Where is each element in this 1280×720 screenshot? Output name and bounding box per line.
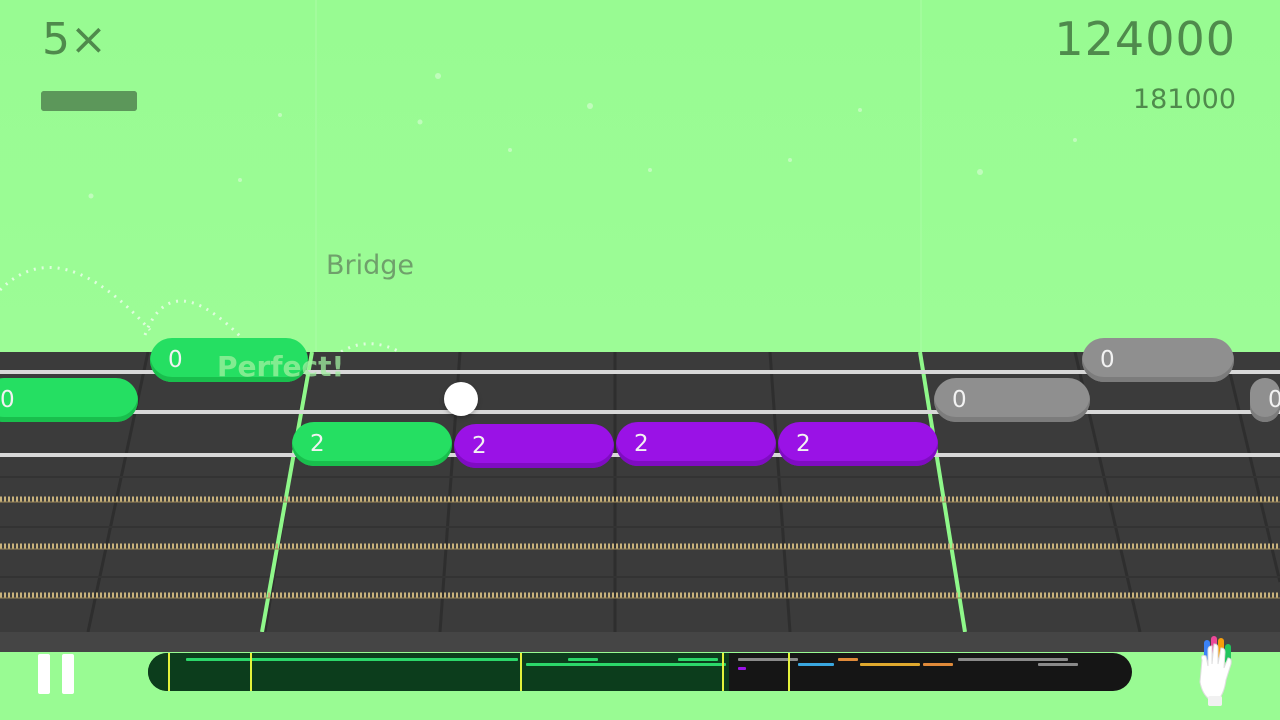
pause-button[interactable]	[36, 652, 76, 696]
note-upcoming: 0	[1250, 378, 1280, 422]
target-score: 181000	[1132, 84, 1236, 115]
fret-number: 0	[168, 347, 183, 373]
note-upcoming: 0	[934, 378, 1090, 422]
song-progress-bar[interactable]	[148, 653, 1132, 691]
note-active: 2	[454, 424, 614, 468]
note-upcoming: 0	[1082, 338, 1234, 382]
note-played: 2	[292, 422, 452, 466]
combo-meter	[41, 91, 137, 111]
song-timeline	[168, 653, 1078, 691]
fret-number: 0	[1268, 387, 1280, 413]
fret-number: 2	[472, 433, 487, 459]
fret-number: 0	[952, 387, 967, 413]
hand-settings-button[interactable]	[1188, 636, 1244, 708]
fret-number: 2	[310, 431, 325, 457]
song-section-label: Bridge	[326, 250, 415, 281]
note-active: 2	[616, 422, 776, 466]
bouncing-ball	[444, 382, 478, 416]
pause-icon	[38, 654, 50, 694]
hand-glove-icon	[1199, 636, 1232, 706]
hit-feedback-text: Perfect!	[217, 350, 345, 383]
note-played: 0	[0, 378, 138, 422]
score-display: 124000	[1054, 12, 1236, 66]
fret-number: 2	[634, 431, 649, 457]
combo-meter-fill	[41, 91, 137, 111]
fret-number: 0	[0, 387, 15, 413]
fret-number: 2	[796, 431, 811, 457]
fretboard-edge	[0, 632, 1280, 652]
score-multiplier: 5×	[42, 14, 107, 65]
note-active: 2	[778, 422, 938, 466]
fret-number: 0	[1100, 347, 1115, 373]
pause-icon	[62, 654, 74, 694]
